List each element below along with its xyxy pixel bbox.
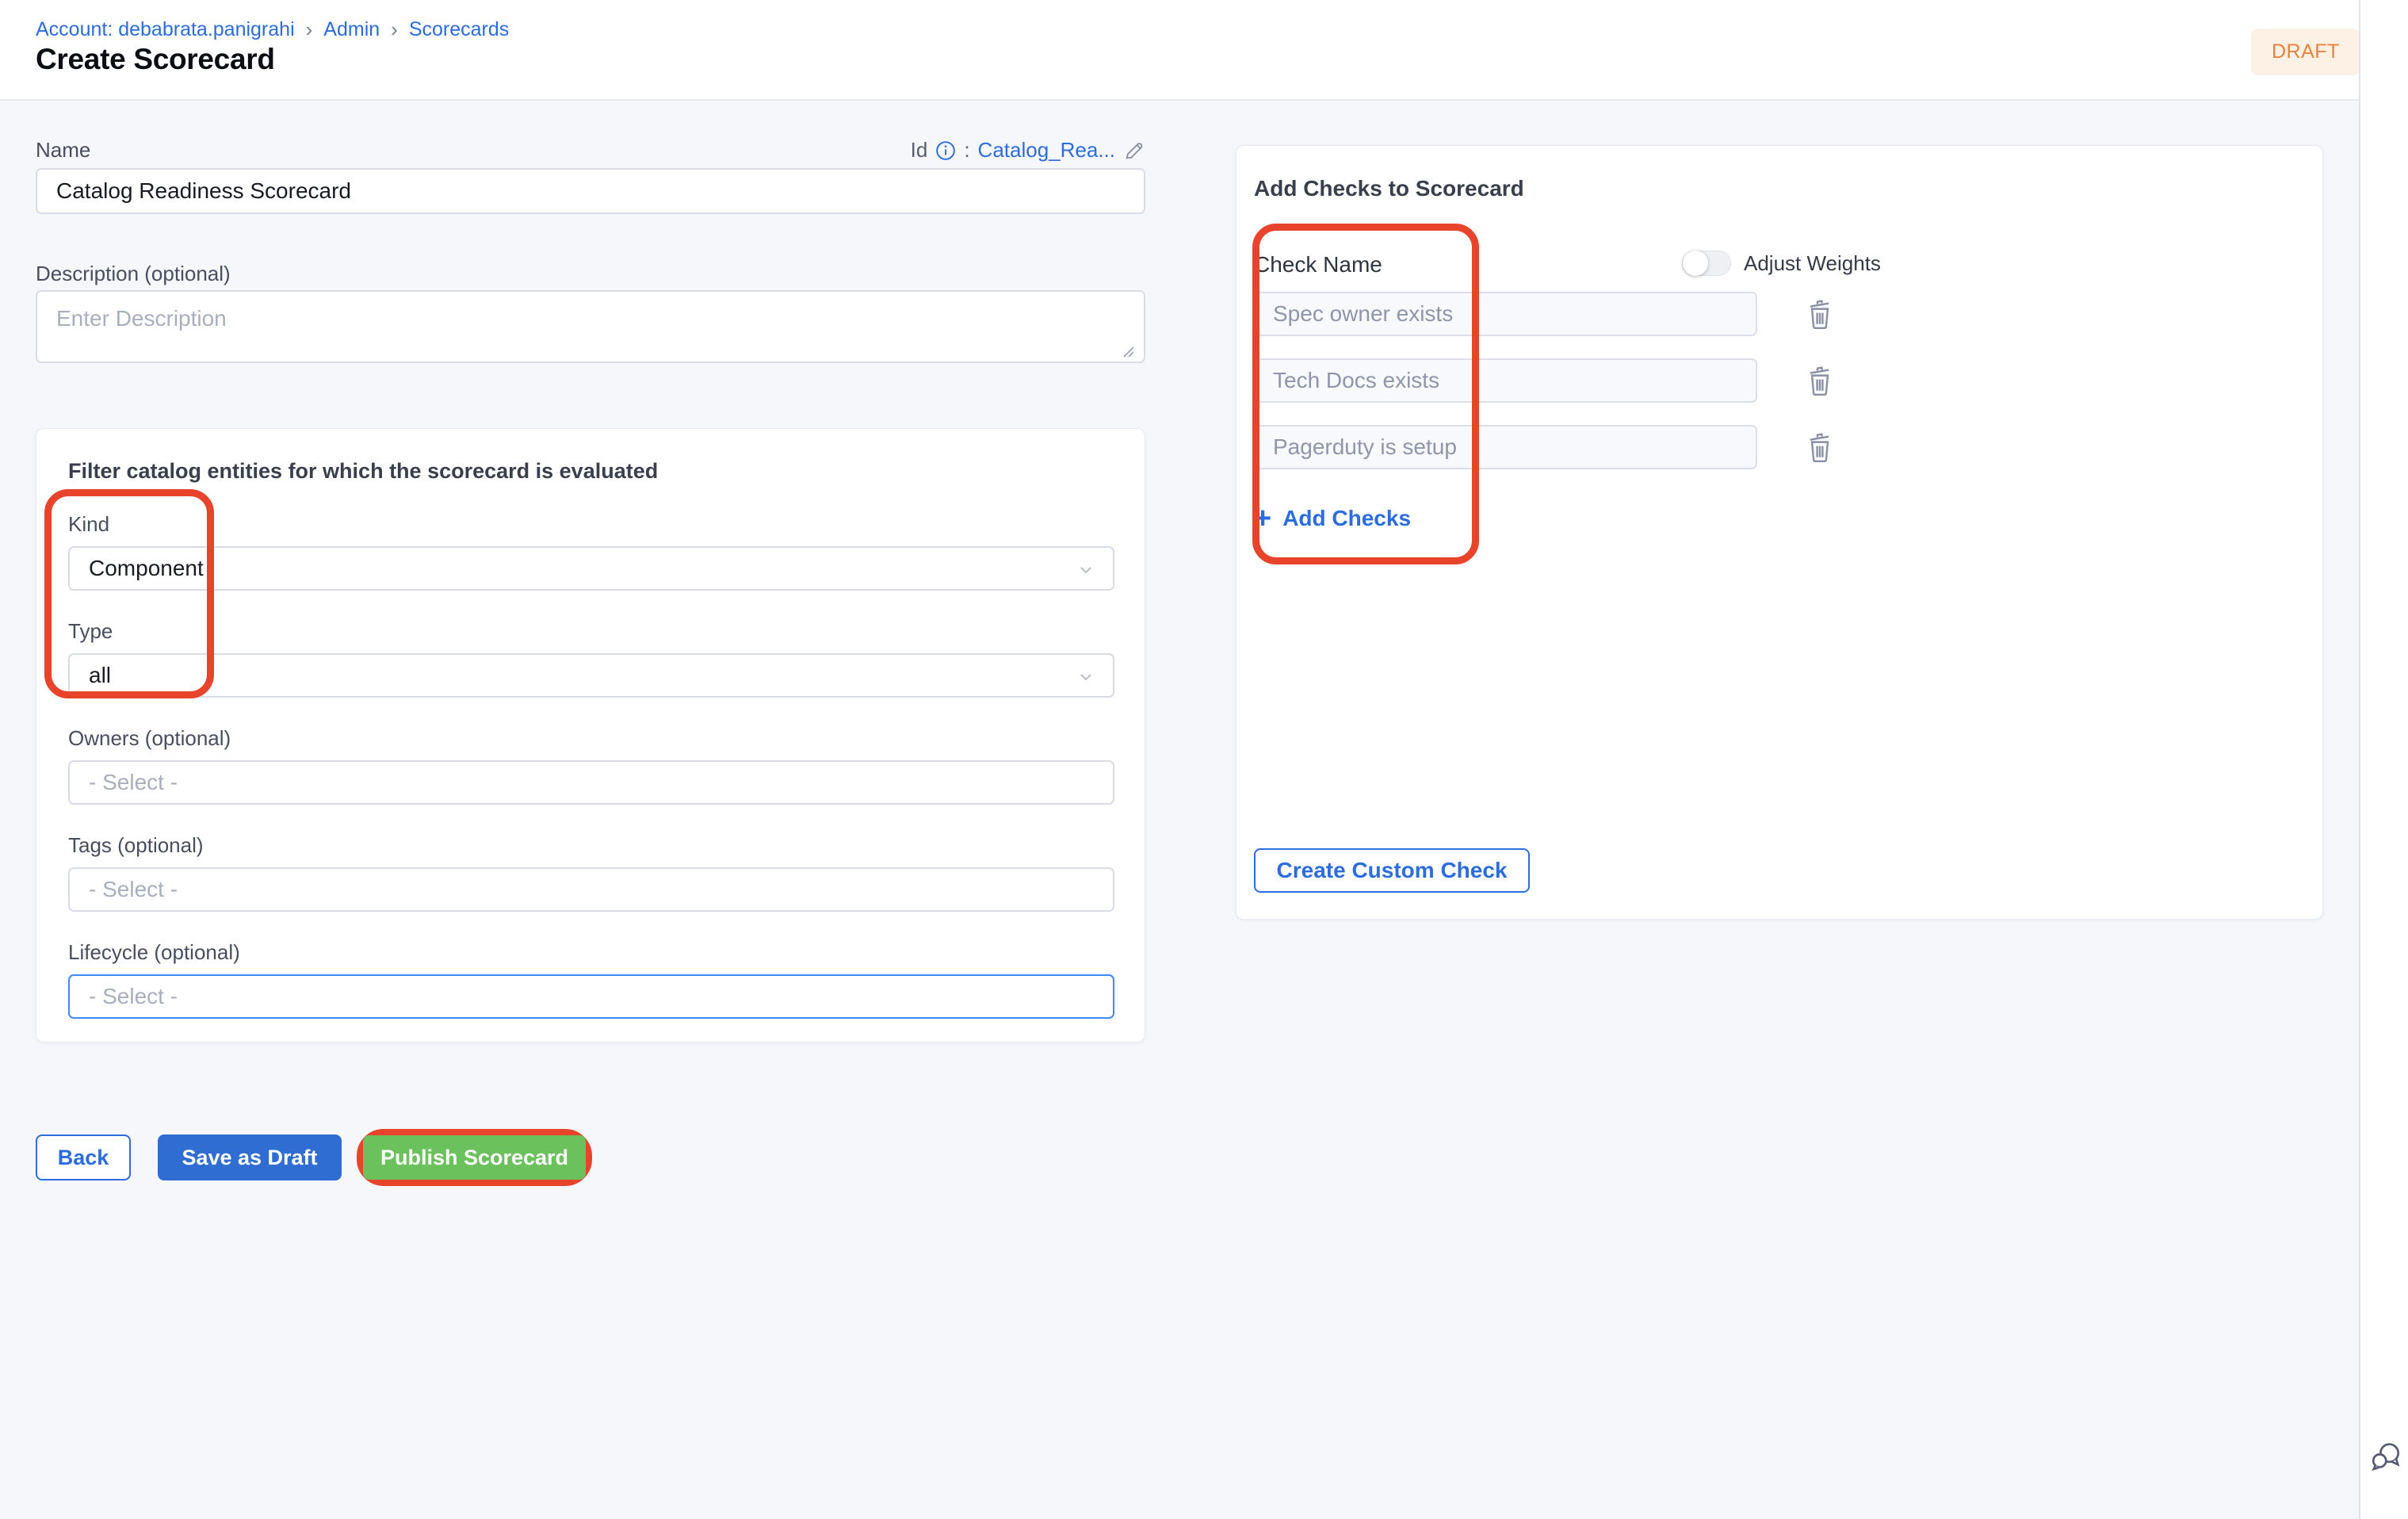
check-row — [1254, 358, 2305, 403]
name-input[interactable] — [36, 168, 1145, 214]
description-label: Description (optional) — [36, 262, 231, 286]
add-checks-heading: Add Checks to Scorecard — [1254, 176, 2305, 201]
delete-check-button[interactable] — [1806, 365, 1833, 396]
type-select[interactable]: all — [68, 653, 1114, 698]
create-custom-check-button[interactable]: Create Custom Check — [1254, 848, 1530, 893]
page-title: Create Scorecard — [36, 43, 275, 76]
lifecycle-label: Lifecycle (optional) — [68, 940, 1113, 965]
type-label: Type — [68, 619, 1113, 644]
description-input[interactable] — [36, 290, 1145, 363]
owners-select[interactable]: - Select - — [68, 760, 1114, 805]
scorecard-id-row: Id : Catalog_Rea... — [911, 138, 1145, 163]
breadcrumb-separator: › — [391, 17, 398, 42]
check-row — [1254, 425, 2305, 469]
chevron-down-icon — [1076, 561, 1095, 580]
status-badge: DRAFT — [2251, 29, 2360, 75]
chat-help-button[interactable] — [2368, 1440, 2403, 1475]
breadcrumb-admin-link[interactable]: Admin — [323, 18, 380, 41]
checks-header-row: Check Name Adjust Weights — [1254, 252, 2305, 281]
trash-icon — [1806, 298, 1833, 330]
kind-select[interactable]: Component — [68, 546, 1114, 591]
check-name-input[interactable] — [1254, 425, 1757, 469]
filter-heading: Filter catalog entities for which the sc… — [68, 459, 1113, 484]
check-row — [1254, 292, 2305, 336]
publish-annotation-highlight: Publish Scorecard — [357, 1129, 592, 1186]
delete-check-button[interactable] — [1806, 431, 1833, 463]
tags-label: Tags (optional) — [68, 833, 1113, 858]
tags-placeholder: - Select - — [89, 877, 178, 902]
breadcrumb-scorecards-link[interactable]: Scorecards — [409, 18, 509, 41]
breadcrumb: Account: debabrata.panigrahi › Admin › S… — [36, 17, 509, 42]
trash-icon — [1806, 365, 1833, 396]
add-checks-label: Add Checks — [1282, 506, 1411, 531]
back-button[interactable]: Back — [36, 1134, 131, 1180]
add-checks-panel: Add Checks to Scorecard Check Name Adjus… — [1236, 145, 2323, 920]
owners-label: Owners (optional) — [68, 726, 1113, 751]
check-name-column-header: Check Name — [1254, 252, 1382, 277]
plus-icon: + — [1254, 507, 1271, 530]
adjust-weights-control: Adjust Weights — [1682, 251, 1881, 276]
lifecycle-placeholder: - Select - — [89, 984, 178, 1009]
publish-scorecard-button[interactable]: Publish Scorecard — [363, 1135, 586, 1180]
add-checks-button[interactable]: + Add Checks — [1254, 506, 1411, 531]
right-side-strip — [2359, 0, 2408, 1519]
pencil-icon[interactable] — [1123, 140, 1145, 162]
chat-icon — [2368, 1440, 2403, 1475]
id-separator: : — [964, 138, 969, 163]
adjust-weights-toggle[interactable] — [1682, 251, 1731, 276]
breadcrumb-separator: › — [306, 17, 313, 42]
toggle-knob — [1683, 251, 1708, 276]
scorecard-id-link[interactable]: Catalog_Rea... — [978, 138, 1115, 163]
form-actions: Back Save as Draft Publish Scorecard — [36, 1129, 592, 1186]
check-name-input[interactable] — [1254, 358, 1757, 403]
delete-check-button[interactable] — [1806, 298, 1833, 330]
page-header: Account: debabrata.panigrahi › Admin › S… — [0, 0, 2408, 101]
kind-label: Kind — [68, 512, 1113, 537]
name-label-row: Name Id : Catalog_Rea... — [36, 138, 1145, 163]
lifecycle-select[interactable]: - Select - — [68, 974, 1114, 1019]
check-name-input[interactable] — [1254, 292, 1757, 336]
name-label: Name — [36, 138, 90, 163]
tags-select[interactable]: - Select - — [68, 867, 1114, 912]
trash-icon — [1806, 431, 1833, 463]
id-label: Id — [911, 138, 928, 163]
kind-value: Component — [89, 556, 204, 581]
type-value: all — [89, 663, 111, 688]
breadcrumb-account-link[interactable]: Account: debabrata.panigrahi — [36, 18, 295, 41]
adjust-weights-label: Adjust Weights — [1744, 251, 1881, 276]
chevron-down-icon — [1076, 668, 1095, 687]
info-icon[interactable] — [935, 140, 956, 161]
owners-placeholder: - Select - — [89, 770, 178, 795]
entity-filter-card: Filter catalog entities for which the sc… — [36, 428, 1145, 1043]
save-as-draft-button[interactable]: Save as Draft — [158, 1134, 342, 1180]
